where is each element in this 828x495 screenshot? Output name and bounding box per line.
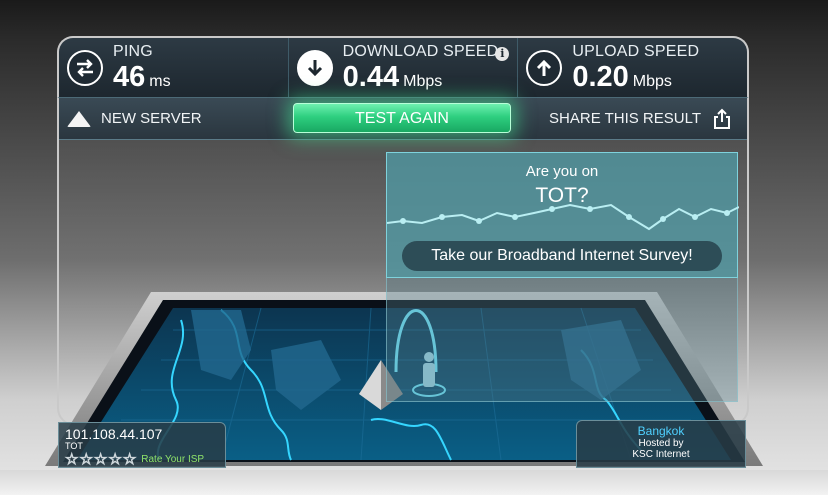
upload-unit: Mbps (632, 72, 672, 90)
star-icon[interactable]: ☆ (64, 452, 78, 468)
survey-card[interactable]: Are you on TOT? Take our Broadband Inter… (386, 152, 739, 278)
new-server-icon (67, 110, 91, 127)
ping-value: 46 (113, 60, 146, 93)
download-unit: Mbps (403, 72, 443, 90)
upload-metric: UPLOAD SPEED 0.20 Mbps (518, 38, 747, 97)
survey-isp: TOT? (535, 184, 589, 207)
new-server-label: NEW SERVER (101, 110, 202, 127)
ping-metric: PING 46 ms (59, 38, 289, 97)
info-icon[interactable]: i (495, 47, 510, 61)
upload-label: UPLOAD SPEED (572, 42, 700, 60)
download-label: DOWNLOAD SPEED (342, 42, 499, 60)
share-button[interactable]: SHARE THIS RESULT (549, 108, 733, 130)
hosted-by-label: Hosted by (638, 438, 684, 449)
action-bar: NEW SERVER TEST AGAIN SHARE THIS RESULT (59, 98, 747, 140)
test-again-button[interactable]: TEST AGAIN (293, 103, 511, 133)
download-arrow-icon (296, 49, 333, 86)
client-isp: TOT (65, 441, 83, 451)
download-metric: DOWNLOAD SPEED 0.44 Mbps i (289, 38, 519, 97)
new-server-button[interactable]: NEW SERVER (67, 110, 202, 127)
server-info-box: Bangkok Hosted by KSC Internet (576, 420, 746, 468)
star-icon[interactable]: ☆ (79, 452, 93, 468)
survey-question: Are you on (525, 163, 599, 180)
star-icon[interactable]: ☆ (122, 452, 136, 468)
share-label: SHARE THIS RESULT (549, 110, 701, 127)
star-icon[interactable]: ☆ (93, 452, 107, 468)
download-value: 0.44 (342, 60, 400, 93)
upload-arrow-icon (526, 49, 563, 86)
upload-value: 0.20 (572, 60, 629, 93)
ping-unit: ms (149, 72, 171, 90)
page-bottom-strip (0, 470, 828, 495)
rate-isp-link[interactable]: Rate Your ISP (141, 454, 204, 465)
server-host: KSC Internet (632, 449, 690, 460)
client-ip: 101.108.44.107 (65, 426, 163, 442)
metrics-bar: PING 46 ms DOWNLOAD SPEED 0.44 Mbps i UPLO… (57, 36, 749, 98)
client-info-box: 101.108.44.107 TOT ☆ ☆ ☆ ☆ ☆ Rate Your I… (58, 422, 226, 468)
share-icon (714, 108, 730, 129)
survey-button[interactable]: Take our Broadband Internet Survey! (402, 241, 722, 271)
server-city: Bangkok (637, 424, 685, 438)
ping-label: PING (113, 42, 153, 60)
rate-isp-stars[interactable]: ☆ ☆ ☆ ☆ ☆ Rate Your ISP (64, 452, 219, 468)
survey-overlay-extension (386, 278, 738, 402)
ping-arrows-icon (67, 49, 103, 86)
star-icon[interactable]: ☆ (108, 452, 122, 468)
